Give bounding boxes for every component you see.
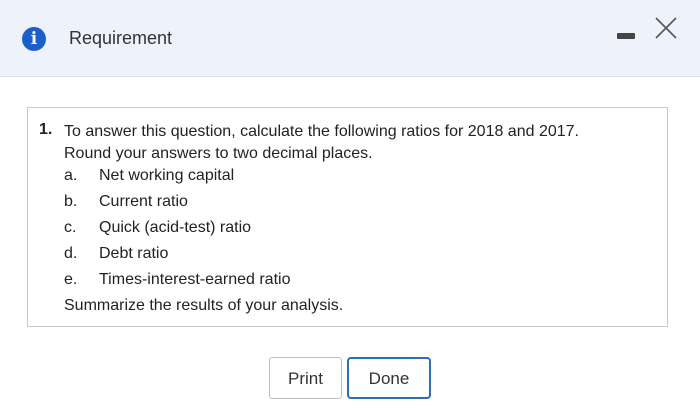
- list-item-letter: a.: [64, 167, 78, 184]
- minimize-icon[interactable]: [617, 33, 635, 39]
- list-item-text: Debt ratio: [99, 245, 169, 262]
- question-number: 1.: [39, 121, 53, 138]
- dialog-title: Requirement: [69, 28, 173, 48]
- list-item-letter: b.: [64, 193, 78, 210]
- list-item-text: Quick (acid-test) ratio: [99, 219, 252, 236]
- list-item-letter: e.: [64, 271, 78, 288]
- requirement-content: 1. To answer this question, calculate th…: [27, 107, 668, 327]
- question-line-1: To answer this question, calculate the f…: [64, 123, 579, 140]
- list-item-text: Net working capital: [99, 167, 235, 184]
- list-item-letter: c.: [64, 219, 77, 236]
- list-item-text: Times-interest-earned ratio: [99, 271, 291, 288]
- requirement-dialog: i Requirement 1. To answer this question…: [0, 0, 700, 420]
- list-item-text: Current ratio: [99, 193, 188, 210]
- dialog-header: i Requirement: [0, 0, 700, 77]
- list-item: a. Net working capital: [64, 165, 234, 187]
- close-icon[interactable]: [654, 16, 678, 40]
- list-item: d. Debt ratio: [64, 243, 168, 265]
- summary-text: Summarize the results of your analysis.: [64, 297, 344, 314]
- info-icon: i: [22, 27, 46, 51]
- list-item: c. Quick (acid-test) ratio: [64, 217, 251, 239]
- done-button[interactable]: Done: [347, 357, 431, 399]
- list-item: e. Times-interest-earned ratio: [64, 269, 290, 291]
- list-item-letter: d.: [64, 245, 78, 262]
- question-text: To answer this question, calculate the f…: [64, 121, 659, 165]
- question-line-2: Round your answers to two decimal places…: [64, 145, 373, 162]
- list-item: b. Current ratio: [64, 191, 188, 213]
- print-button[interactable]: Print: [269, 357, 342, 399]
